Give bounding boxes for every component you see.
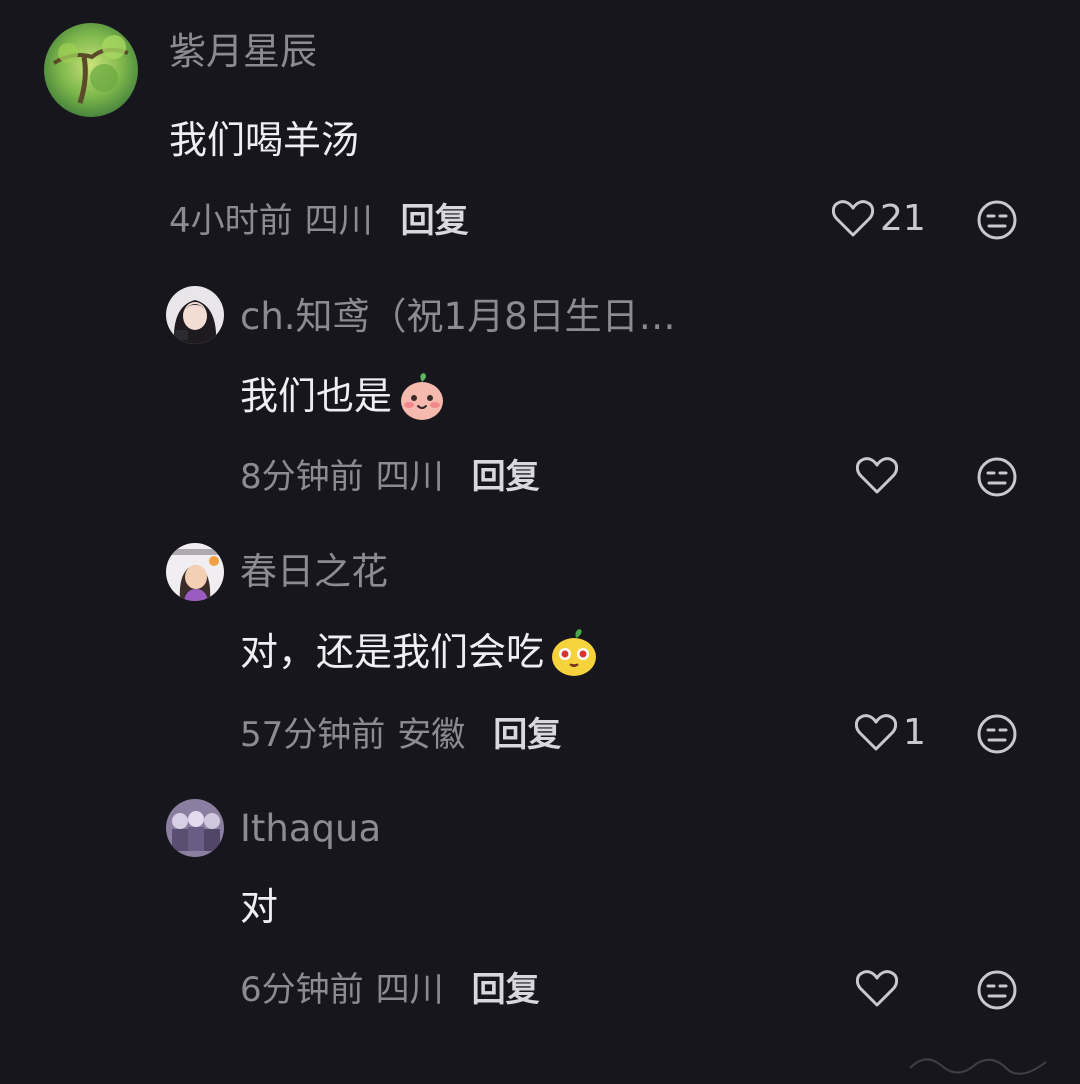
location: 四川 (375, 970, 444, 1010)
reply-button[interactable]: 回复 (401, 200, 469, 242)
reply-item: Ithaqua 对 6分钟前 四川 回复 (0, 796, 1080, 1036)
location: 安徽 (397, 715, 466, 755)
username[interactable]: 紫月星辰 (169, 30, 317, 74)
timestamp: 57分钟前 (240, 715, 386, 755)
timestamp: 8分钟前 (240, 457, 364, 497)
dislike-button[interactable] (976, 969, 1018, 1011)
neutral-face-icon (977, 714, 1017, 754)
like-count: 1 (903, 712, 926, 753)
drooling-bun-emoji (548, 626, 600, 678)
like-button[interactable] (856, 456, 904, 496)
heart-icon (856, 970, 898, 1007)
comment-item: 紫月星辰 我们喝羊汤 4小时前 四川 回复 21 (0, 0, 1080, 260)
reply-button[interactable]: 回复 (493, 714, 561, 756)
watermark (906, 1048, 1066, 1076)
dislike-button[interactable] (976, 199, 1018, 241)
neutral-face-icon (977, 200, 1017, 240)
comment-text: 对，还是我们会吃 (240, 626, 600, 678)
avatar[interactable] (44, 23, 138, 117)
reply-button[interactable]: 回复 (472, 969, 540, 1011)
comment-text: 对 (240, 885, 279, 929)
neutral-face-icon (977, 457, 1017, 497)
timestamp: 4小时前 (169, 201, 293, 241)
like-button[interactable] (856, 969, 904, 1009)
username[interactable]: Ithaqua (240, 807, 381, 851)
dislike-button[interactable] (976, 713, 1018, 755)
username[interactable]: 春日之花 (240, 550, 388, 594)
comment-meta: 8分钟前 四川 回复 (240, 456, 540, 498)
heart-icon (856, 457, 898, 494)
comment-text-label: 对，还是我们会吃 (240, 630, 545, 674)
like-count: 21 (880, 198, 926, 239)
neutral-face-icon (977, 970, 1017, 1010)
like-button[interactable]: 1 (855, 712, 926, 754)
comment-text-label: 我们也是 (240, 374, 393, 418)
like-button[interactable]: 21 (832, 198, 926, 240)
location: 四川 (375, 457, 444, 497)
comment-meta: 4小时前 四川 回复 (169, 200, 469, 242)
comment-text: 我们喝羊汤 (169, 118, 360, 162)
reply-button[interactable]: 回复 (472, 456, 540, 498)
comment-meta: 6分钟前 四川 回复 (240, 969, 540, 1011)
location: 四川 (304, 201, 373, 241)
avatar[interactable] (166, 286, 224, 344)
avatar[interactable] (166, 543, 224, 601)
username[interactable]: ch.知鸢（祝1月8日生日… (240, 295, 676, 339)
timestamp: 6分钟前 (240, 970, 364, 1010)
dislike-button[interactable] (976, 456, 1018, 498)
reply-item: ch.知鸢（祝1月8日生日… 我们也是 8分钟前 四川 回复 (0, 280, 1080, 520)
heart-icon (855, 714, 897, 751)
blushing-peach-emoji (396, 370, 448, 422)
reply-item: 春日之花 对，还是我们会吃 57分钟前 安徽 回复 1 (0, 538, 1080, 778)
heart-icon (832, 200, 874, 237)
avatar[interactable] (166, 799, 224, 857)
comment-text: 我们也是 (240, 370, 448, 422)
comment-meta: 57分钟前 安徽 回复 (240, 714, 561, 756)
